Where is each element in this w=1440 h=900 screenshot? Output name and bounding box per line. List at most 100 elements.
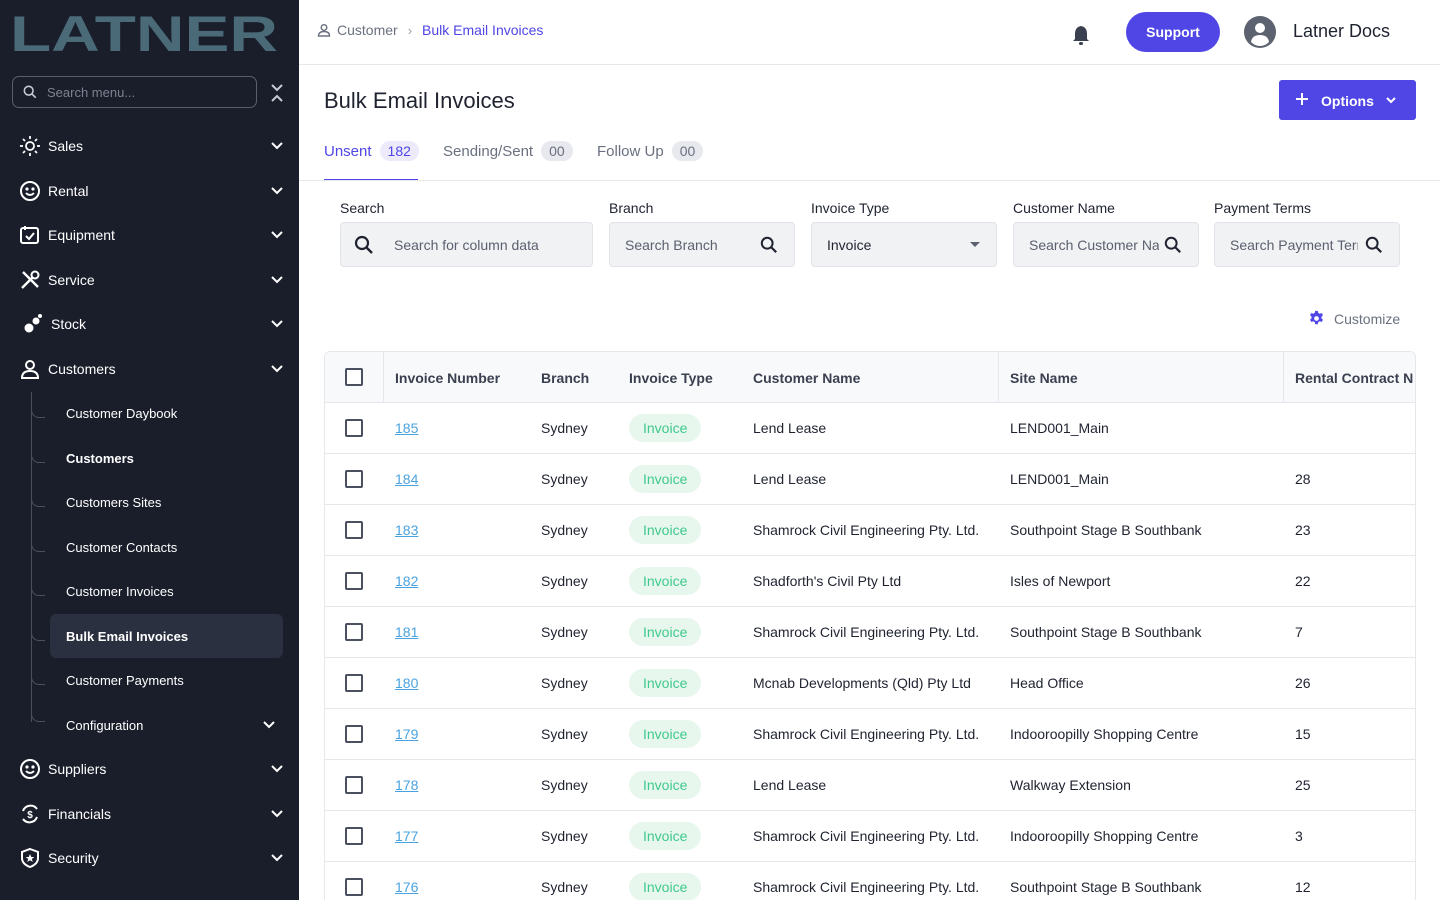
table-row[interactable]: 179 Sydney Invoice Shamrock Civil Engine…	[325, 709, 1415, 760]
table-row[interactable]: 182 Sydney Invoice Shadforth's Civil Pty…	[325, 556, 1415, 607]
table-row[interactable]: 185 Sydney Invoice Lend Lease LEND001_Ma…	[325, 403, 1415, 454]
tree-connector	[31, 451, 45, 463]
user-name[interactable]: Latner Docs	[1293, 21, 1390, 42]
payment-terms-filter[interactable]	[1214, 222, 1400, 267]
sidebar-subitem-customers[interactable]: Customers	[50, 436, 283, 480]
customize-button[interactable]: Customize	[1308, 310, 1400, 327]
row-checkbox[interactable]	[345, 878, 363, 896]
column-header-branch[interactable]: Branch	[541, 370, 589, 386]
bell-icon[interactable]	[1071, 24, 1091, 46]
invoice-number-link[interactable]: 178	[395, 777, 418, 793]
branch-filter-input[interactable]	[625, 236, 755, 253]
row-checkbox[interactable]	[345, 572, 363, 590]
invoice-number-link[interactable]: 177	[395, 828, 418, 844]
customer-name-filter[interactable]	[1013, 222, 1199, 267]
table-row[interactable]: 184 Sydney Invoice Lend Lease LEND001_Ma…	[325, 454, 1415, 505]
latner-logo[interactable]: LATNER	[10, 6, 280, 62]
tab-unsent[interactable]: Unsent 182	[324, 140, 419, 162]
column-header-invoice-type[interactable]: Invoice Type	[629, 370, 713, 386]
column-header-rental-contract[interactable]: Rental Contract N	[1295, 370, 1413, 386]
site-name-cell: Indooroopilly Shopping Centre	[1010, 726, 1199, 742]
invoice-number-link[interactable]: 179	[395, 726, 418, 742]
sidebar-item-sales[interactable]: Sales	[0, 126, 299, 166]
sidebar-subitem-customers-sites[interactable]: Customers Sites	[50, 480, 283, 524]
row-checkbox[interactable]	[345, 623, 363, 641]
invoice-number-link[interactable]: 185	[395, 420, 418, 436]
row-checkbox[interactable]	[345, 470, 363, 488]
sidebar-subitem-customer-contacts[interactable]: Customer Contacts	[50, 525, 283, 569]
invoice-number-link[interactable]: 183	[395, 522, 418, 538]
row-checkbox[interactable]	[345, 674, 363, 692]
table-row[interactable]: 176 Sydney Invoice Shamrock Civil Engine…	[325, 862, 1415, 900]
customer-name-cell: Lend Lease	[753, 420, 827, 436]
sidebar-item-service[interactable]: Service	[0, 260, 299, 300]
rental-contract-cell: 3	[1295, 828, 1303, 844]
payment-terms-filter-input[interactable]	[1230, 236, 1358, 253]
breadcrumb-parent[interactable]: Customer	[337, 22, 398, 38]
customer-name-cell: Shamrock Civil Engineering Pty. Ltd.	[753, 726, 980, 742]
search-filter[interactable]	[340, 222, 593, 267]
search-filter-input[interactable]	[394, 236, 584, 253]
sidebar-item-financials[interactable]: $ Financials	[0, 794, 299, 834]
sidebar-subitem-customer-daybook[interactable]: Customer Daybook	[50, 391, 283, 435]
search-icon	[1164, 236, 1181, 253]
row-checkbox[interactable]	[345, 776, 363, 794]
column-header-customer-name[interactable]: Customer Name	[753, 370, 860, 386]
table-row[interactable]: 183 Sydney Invoice Shamrock Civil Engine…	[325, 505, 1415, 556]
chevron-down-icon	[263, 721, 275, 729]
collapse-sidebar-icon[interactable]	[268, 82, 286, 104]
table-row[interactable]: 181 Sydney Invoice Shamrock Civil Engine…	[325, 607, 1415, 658]
sidebar-subitem-customer-payments[interactable]: Customer Payments	[50, 658, 283, 702]
customer-name-filter-input[interactable]	[1029, 236, 1159, 253]
sidebar-item-security[interactable]: Security	[0, 838, 299, 878]
select-all-checkbox[interactable]	[345, 368, 363, 386]
branch-filter[interactable]	[609, 222, 795, 267]
tab-sending-sent[interactable]: Sending/Sent 00	[443, 140, 573, 162]
financials-icon: $	[19, 803, 41, 825]
table-row[interactable]: 177 Sydney Invoice Shamrock Civil Engine…	[325, 811, 1415, 862]
chevron-down-icon	[271, 854, 283, 862]
row-checkbox[interactable]	[345, 725, 363, 743]
chevron-down-icon	[271, 142, 283, 150]
sidebar-search[interactable]	[12, 76, 257, 108]
breadcrumb-current[interactable]: Bulk Email Invoices	[422, 22, 543, 38]
site-name-cell: Walkway Extension	[1010, 777, 1131, 793]
invoice-number-link[interactable]: 180	[395, 675, 418, 691]
sidebar-subitem-customer-invoices[interactable]: Customer Invoices	[50, 569, 283, 613]
row-checkbox[interactable]	[345, 521, 363, 539]
rental-contract-cell: 12	[1295, 879, 1311, 895]
invoice-type-badge: Invoice	[629, 414, 702, 442]
service-icon	[19, 269, 41, 291]
table-row[interactable]: 180 Sydney Invoice Mcnab Developments (Q…	[325, 658, 1415, 709]
rental-contract-cell: 25	[1295, 777, 1311, 793]
tree-connector	[31, 540, 45, 552]
tab-follow-up[interactable]: Follow Up 00	[597, 140, 704, 162]
column-header-site-name[interactable]: Site Name	[1010, 370, 1078, 386]
sidebar-item-equipment[interactable]: Equipment	[0, 215, 299, 255]
sidebar-subitem-configuration[interactable]: Configuration	[50, 703, 283, 747]
customer-name-cell: Shamrock Civil Engineering Pty. Ltd.	[753, 828, 980, 844]
branch-cell: Sydney	[541, 675, 588, 691]
sidebar-subitem-bulk-email-invoices[interactable]: Bulk Email Invoices	[50, 614, 283, 658]
avatar[interactable]	[1244, 16, 1276, 48]
invoice-number-link[interactable]: 176	[395, 879, 418, 895]
invoice-number-link[interactable]: 181	[395, 624, 418, 640]
sidebar-item-suppliers[interactable]: Suppliers	[0, 749, 299, 789]
row-checkbox[interactable]	[345, 419, 363, 437]
row-checkbox[interactable]	[345, 827, 363, 845]
sidebar-item-customers[interactable]: Customers	[0, 349, 299, 389]
sidebar-search-input[interactable]	[47, 84, 237, 100]
sidebar-subitem-label: Configuration	[66, 717, 144, 733]
sidebar: LATNER Sales Rental Equipment Service St…	[0, 0, 299, 900]
customize-label: Customize	[1334, 310, 1401, 327]
support-button[interactable]: Support	[1126, 12, 1220, 52]
column-header-invoice-number[interactable]: Invoice Number	[395, 370, 500, 386]
invoice-number-link[interactable]: 182	[395, 573, 418, 589]
invoice-type-select[interactable]: Invoice	[811, 222, 997, 267]
sidebar-item-stock[interactable]: Stock	[0, 304, 299, 344]
options-button[interactable]: Options	[1279, 80, 1416, 120]
chevron-down-icon	[271, 810, 283, 818]
sidebar-item-rental[interactable]: Rental	[0, 171, 299, 211]
invoice-number-link[interactable]: 184	[395, 471, 418, 487]
table-row[interactable]: 178 Sydney Invoice Lend Lease Walkway Ex…	[325, 760, 1415, 811]
